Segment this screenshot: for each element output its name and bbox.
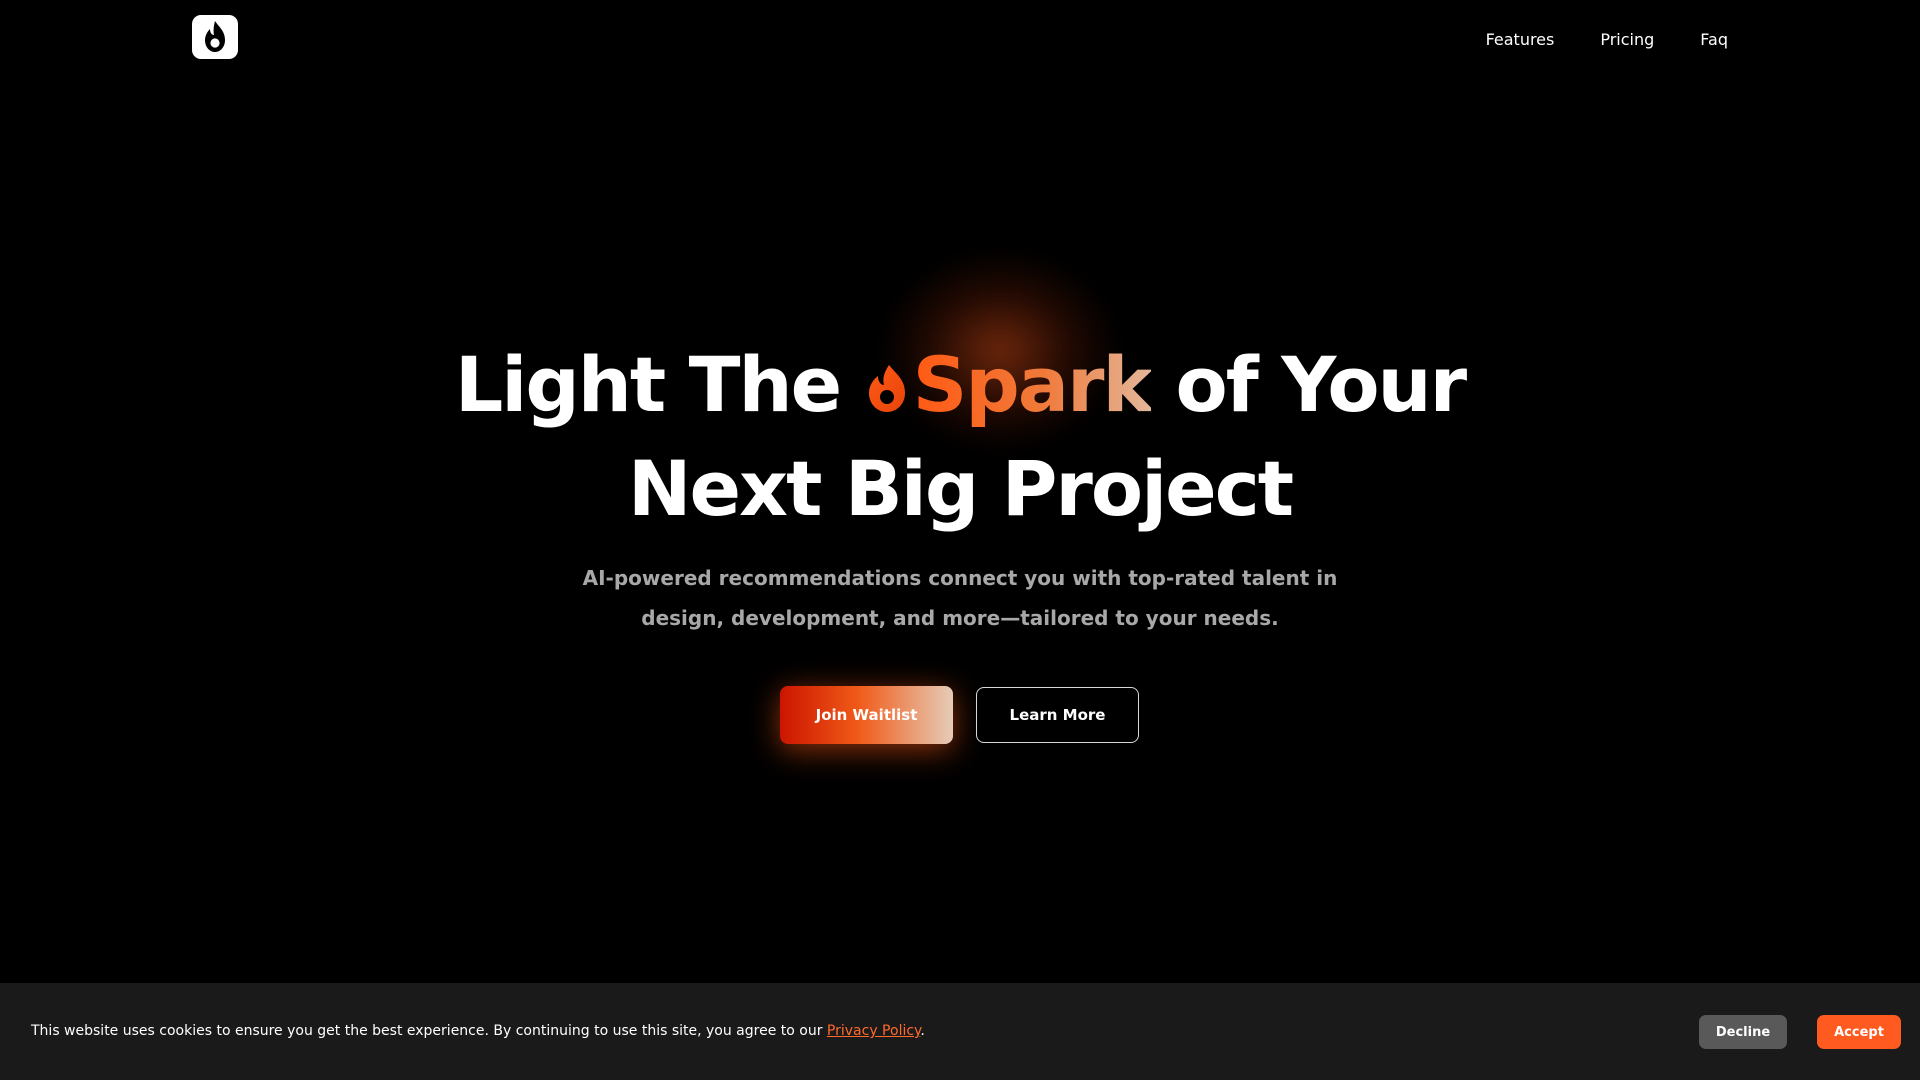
cookie-message-text: This website uses cookies to ensure you … xyxy=(31,1023,827,1039)
hero-title-suffix: of Your xyxy=(1151,340,1468,429)
nav-item-pricing[interactable]: Pricing xyxy=(1600,28,1654,52)
privacy-policy-link[interactable]: Privacy Policy xyxy=(827,1023,920,1039)
hero-title-highlight: Spark xyxy=(912,340,1153,429)
hero-title-prefix: Light The xyxy=(454,340,865,429)
nav-item-faq[interactable]: Faq xyxy=(1700,28,1728,52)
hero-title-line-1: Light The Spark of Your xyxy=(0,336,1920,440)
hero-subtitle-line-2: design, development, and more—tailored t… xyxy=(641,606,1279,630)
cookie-message: This website uses cookies to ensure you … xyxy=(31,1021,925,1041)
learn-more-button[interactable]: Learn More xyxy=(976,687,1139,743)
flame-icon xyxy=(865,342,909,440)
nav-item-features[interactable]: Features xyxy=(1486,28,1555,52)
page: Features Pricing Faq Light The Spark of … xyxy=(0,0,1920,1080)
main-nav: Features Pricing Faq xyxy=(1486,28,1728,52)
cookie-message-end: . xyxy=(920,1023,925,1039)
accept-button[interactable]: Accept xyxy=(1817,1015,1901,1049)
hero-title: Light The Spark of Your Next Big Project xyxy=(0,336,1920,538)
hero-title-line-2: Next Big Project xyxy=(627,444,1294,533)
hero-cta-group: Join Waitlist Learn More xyxy=(780,686,1139,744)
decline-button[interactable]: Decline xyxy=(1699,1015,1787,1049)
hero-subtitle-line-1: AI-powered recommendations connect you w… xyxy=(582,566,1338,590)
site-header: Features Pricing Faq xyxy=(0,0,1920,84)
join-waitlist-button[interactable]: Join Waitlist xyxy=(780,686,953,744)
hero-subtitle: AI-powered recommendations connect you w… xyxy=(560,558,1360,638)
cookie-banner: This website uses cookies to ensure you … xyxy=(0,983,1920,1080)
flame-logo-icon[interactable] xyxy=(192,15,238,59)
